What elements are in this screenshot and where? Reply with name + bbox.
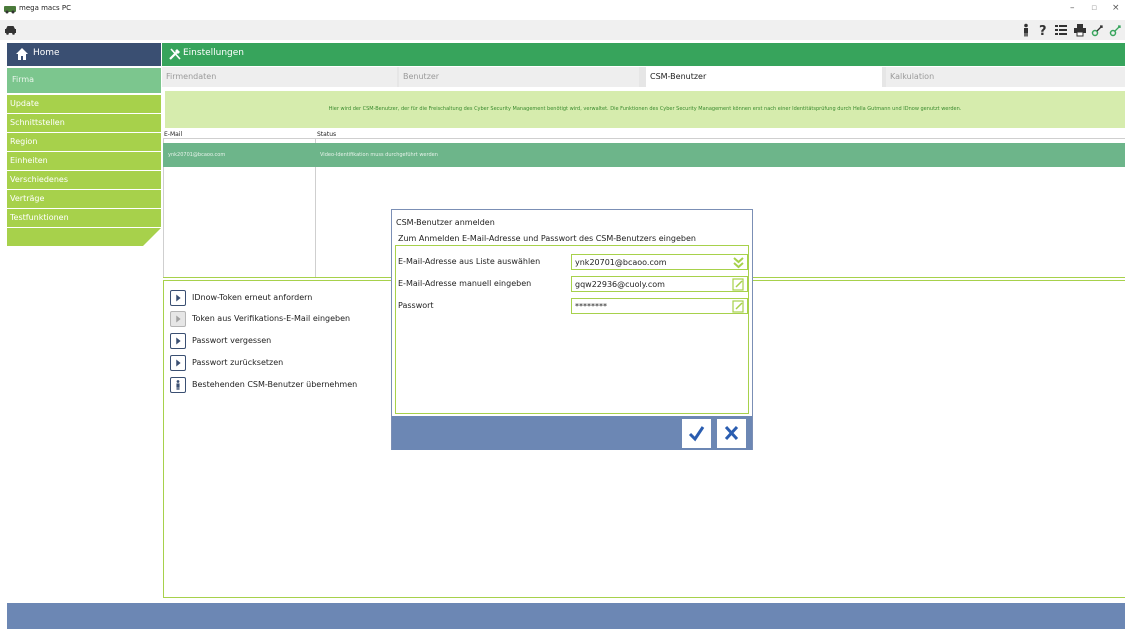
- person-icon[interactable]: [1019, 23, 1033, 37]
- cancel-button[interactable]: [717, 419, 746, 448]
- tab-benutzer[interactable]: Benutzer: [399, 67, 639, 87]
- column-header-email[interactable]: E-Mail: [164, 131, 182, 138]
- dialog-footer: [392, 416, 752, 450]
- dialog-subtitle: Zum Anmelden E-Mail-Adresse und Passwort…: [398, 234, 696, 243]
- sidebar-list: Update Schnittstellen Region Einheiten V…: [7, 95, 161, 250]
- app-window: mega macs PC – ▫ × ? Home Firma Update S…: [0, 0, 1125, 629]
- window-title: mega macs PC: [19, 4, 72, 12]
- edit-icon[interactable]: [732, 278, 745, 291]
- sidebar-item-update[interactable]: Update: [7, 95, 161, 114]
- action-label: Bestehenden CSM-Benutzer übernehmen: [192, 380, 358, 389]
- top-toolbar: ?: [0, 20, 1125, 40]
- info-text: Hier wird der CSM-Benutzer, der für die …: [328, 106, 962, 112]
- play-icon: [170, 290, 186, 306]
- sidebar-item-label: Verschiedenes: [10, 175, 69, 184]
- minimize-button[interactable]: –: [1070, 3, 1075, 13]
- home-button[interactable]: Home: [7, 43, 161, 66]
- action-label: Token aus Verifikations-E-Mail eingeben: [192, 314, 351, 323]
- action-label: IDnow-Token erneut anfordern: [192, 293, 313, 302]
- tab-firmendaten[interactable]: Firmendaten: [162, 67, 397, 87]
- svg-text:?: ?: [1039, 24, 1047, 37]
- sidebar-item-label: Verträge: [10, 194, 45, 203]
- sidebar-item-testfunktionen[interactable]: Testfunktionen: [7, 209, 161, 228]
- maximize-button[interactable]: ▫: [1091, 3, 1097, 13]
- tab-label: Kalkulation: [890, 72, 935, 81]
- column-header-status[interactable]: Status: [317, 131, 336, 138]
- confirm-button[interactable]: [682, 419, 711, 448]
- sidebar-item-label: Einheiten: [10, 156, 48, 165]
- sidebar-section-label: Firma: [12, 75, 35, 84]
- sidebar-item-einheiten[interactable]: Einheiten: [7, 152, 161, 171]
- sidebar-item-region[interactable]: Region: [7, 133, 161, 152]
- sidebar-item-schnittstellen[interactable]: Schnittstellen: [7, 114, 161, 133]
- sidebar-item-label: Update: [10, 99, 39, 108]
- play-icon: [170, 333, 186, 349]
- sidebar-section-firma[interactable]: Firma: [7, 68, 161, 93]
- table-cell-email: ynk20701@bcaoo.com: [168, 152, 226, 158]
- close-button[interactable]: ×: [1112, 3, 1120, 13]
- car-icon[interactable]: [4, 25, 17, 35]
- page-title: Einstellungen: [183, 48, 245, 58]
- sidebar-item-verschiedenes[interactable]: Verschiedenes: [7, 171, 161, 190]
- edit-icon[interactable]: [732, 300, 745, 313]
- dialog-title: CSM-Benutzer anmelden: [396, 218, 495, 227]
- connection-icon-2[interactable]: [1109, 23, 1123, 37]
- table-row[interactable]: ynk20701@bcaoo.com Video-Identifikation …: [163, 143, 1125, 167]
- action-label: Passwort vergessen: [192, 336, 272, 345]
- sidebar-item-label: Testfunktionen: [10, 213, 69, 222]
- bottom-status-bar: [7, 603, 1125, 629]
- home-label: Home: [33, 48, 60, 58]
- sidebar-item-label: Schnittstellen: [10, 118, 65, 127]
- tab-kalkulation[interactable]: Kalkulation: [886, 67, 1125, 87]
- main-header: Einstellungen: [162, 43, 1125, 66]
- email-select-field[interactable]: ynk20701@bcaoo.com: [571, 254, 748, 270]
- sidebar-tail: [7, 228, 161, 246]
- list-icon[interactable]: [1054, 23, 1068, 37]
- title-bar: mega macs PC – ▫ ×: [0, 0, 1125, 20]
- tab-csm-benutzer[interactable]: CSM-Benutzer: [646, 67, 882, 87]
- password-field[interactable]: ********: [571, 298, 748, 314]
- person-icon: [170, 377, 186, 393]
- field-value: ********: [575, 302, 607, 311]
- table-cell-status: Video-Identifikation muss durchgeführt w…: [320, 152, 438, 158]
- tab-label: CSM-Benutzer: [650, 72, 707, 81]
- info-banner: Hier wird der CSM-Benutzer, der für die …: [165, 91, 1125, 128]
- tab-label: Firmendaten: [166, 72, 217, 81]
- sidebar: Home Firma Update Schnittstellen Region …: [0, 43, 161, 603]
- chevron-down-icon[interactable]: [732, 256, 745, 269]
- field-value: ynk20701@bcaoo.com: [575, 258, 667, 267]
- connection-icon[interactable]: [1091, 23, 1105, 37]
- home-icon: [16, 48, 28, 60]
- field-label: E-Mail-Adresse aus Liste auswählen: [398, 257, 541, 266]
- sidebar-item-label: Region: [10, 137, 38, 146]
- action-label: Passwort zurücksetzen: [192, 358, 284, 367]
- sidebar-item-vertraege[interactable]: Verträge: [7, 190, 161, 209]
- field-label: E-Mail-Adresse manuell eingeben: [398, 279, 532, 288]
- play-icon: [170, 311, 186, 327]
- tools-icon: [169, 48, 181, 60]
- app-logo-icon: [4, 6, 16, 14]
- print-icon[interactable]: [1073, 23, 1087, 37]
- tab-label: Benutzer: [403, 72, 440, 81]
- email-input-field[interactable]: gqw22936@cuoly.com: [571, 276, 748, 292]
- play-icon: [170, 355, 186, 371]
- csm-login-dialog: CSM-Benutzer anmelden Zum Anmelden E-Mai…: [391, 209, 753, 450]
- tab-bar: Firmendaten Benutzer CSM-Benutzer Kalkul…: [162, 67, 1125, 87]
- field-label: Passwort: [398, 301, 434, 310]
- field-value: gqw22936@cuoly.com: [575, 280, 665, 289]
- help-icon[interactable]: ?: [1036, 23, 1050, 37]
- dialog-body: [395, 245, 749, 414]
